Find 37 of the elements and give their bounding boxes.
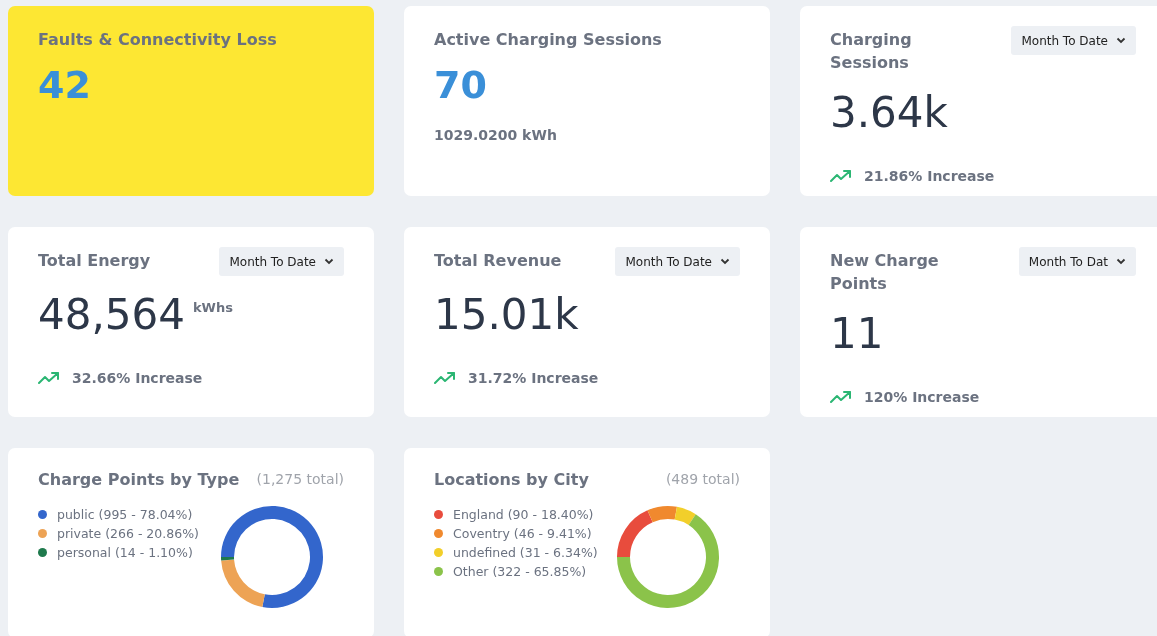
trend-text: 120% Increase [864,389,980,405]
chevron-down-icon [1116,258,1126,265]
total-count: (489 total) [665,470,740,489]
legend-label: Other (322 - 65.85%) [453,564,587,579]
stat-subtext: 1029.0200 kWh [434,127,558,143]
legend-label: public (995 - 78.04%) [57,507,193,522]
legend-label: Coventry (46 - 9.41%) [453,526,592,541]
trend-text: 31.72% Increase [468,370,599,386]
period-dropdown[interactable]: Month To Date [1011,26,1136,55]
metric-value: 11 [830,309,884,358]
card-title: Total Revenue [434,250,563,272]
card-title: Faults & Connectivity Loss [38,29,278,51]
card-title: Total Energy [38,250,152,272]
metric-value: 3.64k [830,88,948,137]
legend-label: England (90 - 18.40%) [453,507,594,522]
chevron-down-icon [1116,37,1126,44]
trend-text: 21.86% Increase [864,168,995,184]
chevron-down-icon [720,258,730,265]
chevron-down-icon [324,258,334,265]
period-dropdown[interactable]: Month To Date [219,247,344,276]
card-title: Charging Sessions [830,29,913,74]
stat-value: 70 [434,63,488,107]
period-dropdown[interactable]: Month To Dat [1018,247,1136,276]
stat-value: 42 [38,63,92,107]
trend-text: 32.66% Increase [72,370,203,386]
metric-value: 48,564 [38,290,185,339]
card-title: New Charge Points [830,250,940,295]
period-dropdown[interactable]: Month To Date [615,247,740,276]
legend-label: private (266 - 20.86%) [57,526,199,541]
card-title: Charge Points by Type [38,469,240,491]
card-title: Locations by City [434,469,589,491]
legend-label: undefined (31 - 6.34%) [453,545,598,560]
metric-unit: kWhs [192,300,233,315]
legend-label: personal (14 - 1.10%) [57,545,193,560]
card-title: Active Charging Sessions [434,29,663,51]
metric-value: 15.01k [434,290,579,339]
total-count: (1,275 total) [256,470,344,489]
